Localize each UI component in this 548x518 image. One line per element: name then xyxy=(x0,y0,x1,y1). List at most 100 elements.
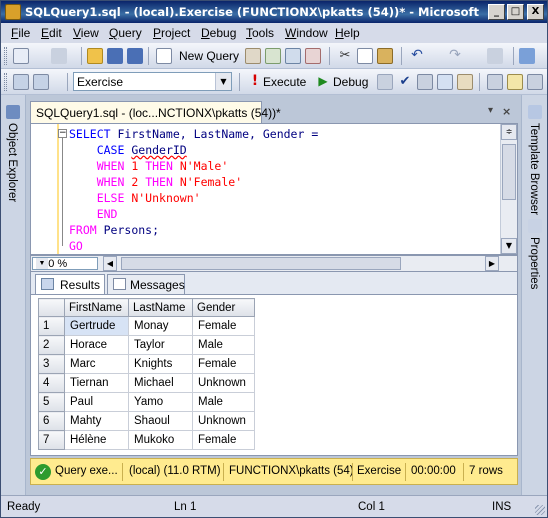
cell-lastname[interactable]: Michael xyxy=(128,373,193,393)
analysis-dmx-query-icon[interactable] xyxy=(285,48,301,64)
scroll-right-icon[interactable]: ▶ xyxy=(485,256,499,271)
resize-grip[interactable] xyxy=(535,505,545,515)
row-number[interactable]: 2 xyxy=(38,335,65,355)
results-to-grid-icon[interactable] xyxy=(507,74,523,90)
cell-gender[interactable]: Female xyxy=(192,316,255,336)
cell-lastname[interactable]: Mukoko xyxy=(128,430,193,450)
editor-vertical-scrollbar[interactable]: ≑ ▼ xyxy=(500,124,517,254)
new-query-button[interactable]: New Query xyxy=(179,49,239,63)
tab-results[interactable]: Results xyxy=(35,274,105,294)
copy-icon[interactable] xyxy=(357,48,373,64)
change-connection-icon[interactable] xyxy=(33,74,49,90)
column-header-gender[interactable]: Gender xyxy=(192,298,255,317)
column-header-firstname[interactable]: FirstName xyxy=(64,298,129,317)
row-number[interactable]: 4 xyxy=(38,373,65,393)
cell-firstname[interactable]: Tiernan xyxy=(64,373,129,393)
horizontal-scroll-thumb[interactable] xyxy=(121,257,401,270)
minimize-button[interactable]: _ xyxy=(488,4,505,20)
menu-window[interactable]: Window xyxy=(285,26,328,40)
row-number[interactable]: 5 xyxy=(38,392,65,412)
debug-icon[interactable]: ▶ xyxy=(315,74,331,90)
menu-edit[interactable]: Edit xyxy=(41,26,62,40)
chevron-down-icon[interactable]: ▼ xyxy=(36,258,48,269)
analysis-xmla-query-icon[interactable] xyxy=(305,48,321,64)
row-number[interactable]: 1 xyxy=(38,316,65,336)
dropdown-icon[interactable]: ▾ xyxy=(488,105,493,116)
menu-debug[interactable]: Debug xyxy=(201,26,236,40)
row-number[interactable]: 6 xyxy=(38,411,65,431)
cell-gender[interactable]: Male xyxy=(192,392,255,412)
execute-button[interactable]: Execute xyxy=(263,75,306,89)
zoom-select[interactable]: 100 % ▼ xyxy=(32,257,98,270)
close-button[interactable]: X xyxy=(527,4,544,20)
cell-firstname[interactable]: Hélène xyxy=(64,430,129,450)
cell-gender[interactable]: Female xyxy=(192,430,255,450)
properties-tab[interactable]: Properties xyxy=(528,237,540,289)
menu-tools[interactable]: Tools xyxy=(246,26,274,40)
cell-gender[interactable]: Female xyxy=(192,354,255,374)
menu-project[interactable]: Project xyxy=(153,26,190,40)
cell-firstname[interactable]: Gertrude xyxy=(64,316,129,336)
collapse-icon[interactable]: − xyxy=(58,129,67,138)
tab-messages[interactable]: Messages xyxy=(107,274,185,294)
save-icon[interactable] xyxy=(107,48,123,64)
navigate-backward-icon[interactable] xyxy=(487,48,503,64)
new-project-icon[interactable] xyxy=(13,48,29,64)
new-query-icon[interactable] xyxy=(156,48,172,64)
undo-icon[interactable]: ↶ xyxy=(409,48,425,64)
available-databases-select[interactable]: Exercise ▼ xyxy=(73,72,232,91)
grid-corner[interactable] xyxy=(38,298,65,317)
cell-firstname[interactable]: Mahty xyxy=(64,411,129,431)
cell-lastname[interactable]: Yamo xyxy=(128,392,193,412)
display-estimated-plan-icon[interactable] xyxy=(417,74,433,90)
query-designer-icon[interactable] xyxy=(437,74,453,90)
toolbar-grip[interactable] xyxy=(4,73,7,91)
execute-icon[interactable]: ! xyxy=(247,74,263,90)
cell-lastname[interactable]: Monay xyxy=(128,316,193,336)
redo-icon[interactable]: ↷ xyxy=(447,48,463,64)
cell-gender[interactable]: Male xyxy=(192,335,255,355)
template-browser-tab[interactable]: Template Browser xyxy=(528,123,540,215)
cell-lastname[interactable]: Taylor xyxy=(128,335,193,355)
toolbar-grip[interactable] xyxy=(4,47,7,65)
scroll-left-icon[interactable]: ◀ xyxy=(103,256,117,271)
intellisense-icon[interactable] xyxy=(457,74,473,90)
connect-icon[interactable] xyxy=(13,74,29,90)
query-editor[interactable]: − SELECT FirstName, LastName, Gender = C… xyxy=(30,123,518,255)
cell-firstname[interactable]: Horace xyxy=(64,335,129,355)
debug-button[interactable]: Debug xyxy=(333,75,368,89)
find-in-files-icon[interactable] xyxy=(519,48,535,64)
open-folder-icon[interactable] xyxy=(87,48,103,64)
menu-view[interactable]: View xyxy=(73,26,99,40)
cell-lastname[interactable]: Knights xyxy=(128,354,193,374)
chevron-down-icon[interactable]: ▼ xyxy=(215,73,231,90)
close-icon[interactable]: × xyxy=(502,105,511,118)
analysis-mdx-query-icon[interactable] xyxy=(265,48,281,64)
cut-icon[interactable]: ✂ xyxy=(337,48,353,64)
cell-firstname[interactable]: Paul xyxy=(64,392,129,412)
scroll-down-icon[interactable]: ▼ xyxy=(501,238,517,254)
cell-lastname[interactable]: Shaoul xyxy=(128,411,193,431)
row-number[interactable]: 3 xyxy=(38,354,65,374)
menu-query[interactable]: Query xyxy=(109,26,142,40)
sql-code[interactable]: SELECT FirstName, LastName, Gender = CAS… xyxy=(69,126,318,254)
object-explorer-tab[interactable]: Object Explorer xyxy=(6,123,18,202)
add-item-icon[interactable] xyxy=(51,48,67,64)
database-engine-query-icon[interactable] xyxy=(245,48,261,64)
paste-icon[interactable] xyxy=(377,48,393,64)
row-number[interactable]: 7 xyxy=(38,430,65,450)
split-icon[interactable]: ≑ xyxy=(501,124,517,140)
column-header-lastname[interactable]: LastName xyxy=(128,298,193,317)
save-all-icon[interactable] xyxy=(127,48,143,64)
cell-gender[interactable]: Unknown xyxy=(192,411,255,431)
tab-sqlquery1[interactable]: SQLQuery1.sql - (loc...NCTIONX\pkatts (5… xyxy=(30,101,281,123)
menu-help[interactable]: Help xyxy=(335,26,360,40)
results-to-text-icon[interactable] xyxy=(487,74,503,90)
cell-gender[interactable]: Unknown xyxy=(192,373,255,393)
results-to-file-icon[interactable] xyxy=(527,74,543,90)
scroll-thumb[interactable] xyxy=(502,144,516,200)
cell-firstname[interactable]: Marc xyxy=(64,354,129,374)
parse-icon[interactable]: ✔ xyxy=(397,74,413,90)
menu-file[interactable]: File xyxy=(11,26,30,40)
cancel-query-icon[interactable] xyxy=(377,74,393,90)
